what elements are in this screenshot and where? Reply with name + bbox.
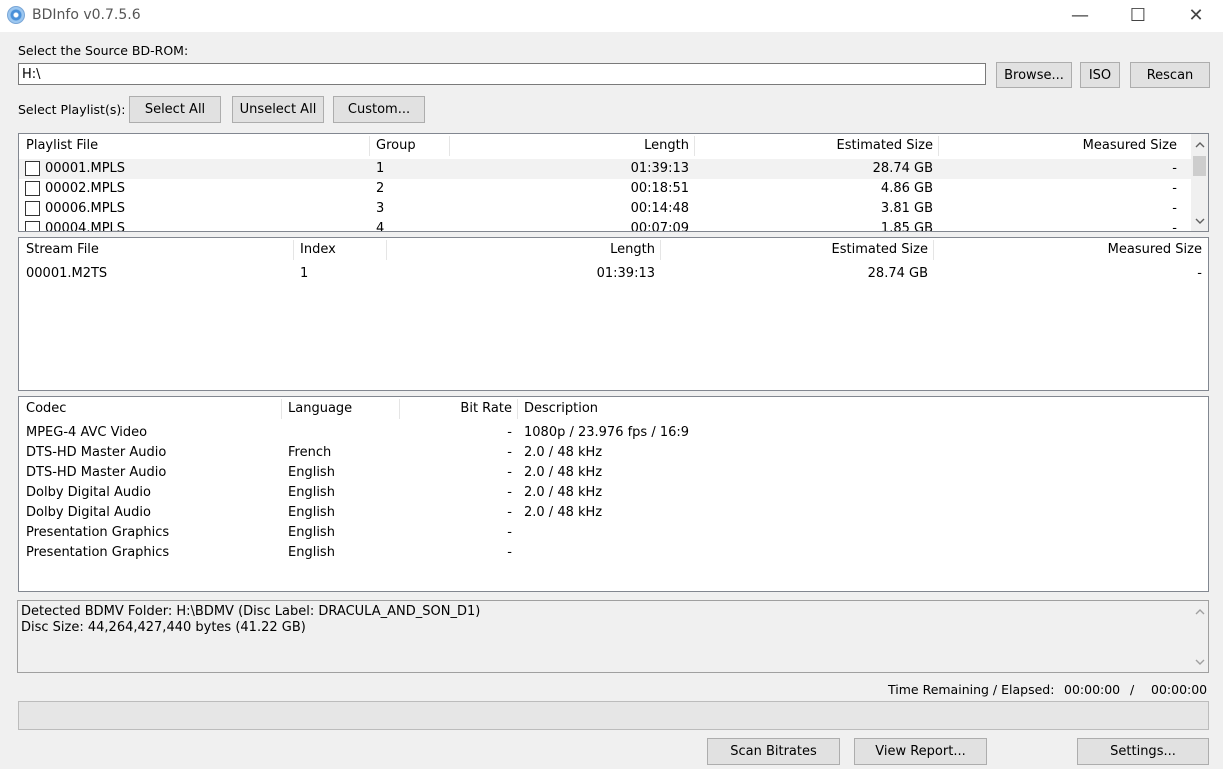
playlist-checkbox[interactable] <box>25 201 40 216</box>
maximize-button[interactable]: ☐ <box>1109 0 1167 30</box>
table-row[interactable]: 00004.MPLS 4 00:07:09 1.85 GB - <box>19 219 1208 231</box>
status-line: Disc Size: 44,264,427,440 bytes (41.22 G… <box>21 620 306 635</box>
status-line: Detected BDMV Folder: H:\BDMV (Disc Labe… <box>21 604 481 619</box>
codec-list[interactable]: Codec Language Bit Rate Description MPEG… <box>18 396 1209 592</box>
table-row[interactable]: DTS-HD Master Audio French - 2.0 / 48 kH… <box>19 443 1208 463</box>
playlist-list[interactable]: Playlist File Group Length Estimated Siz… <box>18 133 1209 232</box>
col-measured-size[interactable]: Measured Size <box>934 238 1208 262</box>
minimize-icon: — <box>1071 4 1089 26</box>
scroll-thumb[interactable] <box>1193 156 1206 176</box>
status-log[interactable]: Detected BDMV Folder: H:\BDMV (Disc Labe… <box>17 600 1209 673</box>
table-row[interactable]: 00001.MPLS 1 01:39:13 28.74 GB - <box>19 159 1208 179</box>
playlist-checkbox[interactable] <box>25 161 40 176</box>
scroll-up-icon[interactable] <box>1191 603 1208 620</box>
time-remaining-label: Time Remaining / Elapsed: <box>888 682 1055 697</box>
scan-progress-bar <box>18 701 1209 730</box>
window-title: BDInfo v0.7.5.6 <box>32 7 141 23</box>
col-estimated-size[interactable]: Estimated Size <box>695 134 939 158</box>
source-label: Select the Source BD-ROM: <box>18 43 189 58</box>
view-report-button[interactable]: View Report... <box>854 738 987 765</box>
table-row[interactable]: Presentation Graphics English - <box>19 523 1208 543</box>
status-scrollbar[interactable] <box>1191 601 1208 672</box>
playlist-list-header: Playlist File Group Length Estimated Siz… <box>19 134 1208 158</box>
bd-disc-icon <box>7 6 25 24</box>
col-stream-file[interactable]: Stream File <box>20 238 293 262</box>
table-row[interactable]: MPEG-4 AVC Video - 1080p / 23.976 fps / … <box>19 423 1208 443</box>
col-language[interactable]: Language <box>282 397 399 421</box>
col-codec[interactable]: Codec <box>20 397 282 421</box>
scan-bitrates-button[interactable]: Scan Bitrates <box>707 738 840 765</box>
col-index[interactable]: Index <box>294 238 387 262</box>
playlist-checkbox[interactable] <box>25 221 40 231</box>
col-bit-rate[interactable]: Bit Rate <box>400 397 518 421</box>
stream-file-list[interactable]: Stream File Index Length Estimated Size … <box>18 237 1209 391</box>
browse-button[interactable]: Browse... <box>996 62 1072 88</box>
select-playlists-label: Select Playlist(s): <box>18 102 126 117</box>
time-separator: / <box>1130 682 1135 697</box>
col-length[interactable]: Length <box>387 238 661 262</box>
table-row[interactable]: 00001.M2TS 1 01:39:13 28.74 GB - <box>19 264 1208 284</box>
source-path-input[interactable] <box>18 63 986 85</box>
table-row[interactable]: Dolby Digital Audio English - 2.0 / 48 k… <box>19 483 1208 503</box>
minimize-button[interactable]: — <box>1051 0 1109 30</box>
table-row[interactable]: Presentation Graphics English - <box>19 543 1208 563</box>
col-estimated-size[interactable]: Estimated Size <box>661 238 934 262</box>
table-row[interactable]: 00006.MPLS 3 00:14:48 3.81 GB - <box>19 199 1208 219</box>
scroll-down-icon[interactable] <box>1191 653 1208 670</box>
scroll-up-icon[interactable] <box>1191 136 1208 153</box>
playlist-scrollbar[interactable] <box>1191 134 1208 231</box>
time-elapsed-value: 00:00:00 <box>1151 682 1208 697</box>
iso-button[interactable]: ISO <box>1080 62 1120 88</box>
maximize-icon: ☐ <box>1129 4 1147 26</box>
codec-list-header: Codec Language Bit Rate Description <box>19 397 1208 421</box>
col-measured-size[interactable]: Measured Size <box>939 134 1183 158</box>
col-description[interactable]: Description <box>518 397 918 421</box>
time-remaining-value: 00:00:00 <box>1064 682 1121 697</box>
close-button[interactable]: ✕ <box>1167 0 1223 30</box>
playlist-checkbox[interactable] <box>25 181 40 196</box>
scroll-down-icon[interactable] <box>1191 212 1208 229</box>
col-playlist-file[interactable]: Playlist File <box>20 134 370 158</box>
col-length[interactable]: Length <box>450 134 695 158</box>
table-row[interactable]: DTS-HD Master Audio English - 2.0 / 48 k… <box>19 463 1208 483</box>
unselect-all-button[interactable]: Unselect All <box>232 96 324 123</box>
col-group[interactable]: Group <box>370 134 450 158</box>
table-row[interactable]: 00002.MPLS 2 00:18:51 4.86 GB - <box>19 179 1208 199</box>
table-row[interactable]: Dolby Digital Audio English - 2.0 / 48 k… <box>19 503 1208 523</box>
stream-list-header: Stream File Index Length Estimated Size … <box>19 238 1208 262</box>
settings-button[interactable]: Settings... <box>1077 738 1209 765</box>
title-bar: BDInfo v0.7.5.6 — ☐ ✕ <box>0 0 1223 32</box>
rescan-button[interactable]: Rescan <box>1130 62 1210 88</box>
close-icon: ✕ <box>1188 4 1204 26</box>
custom-button[interactable]: Custom... <box>333 96 425 123</box>
select-all-button[interactable]: Select All <box>129 96 221 123</box>
